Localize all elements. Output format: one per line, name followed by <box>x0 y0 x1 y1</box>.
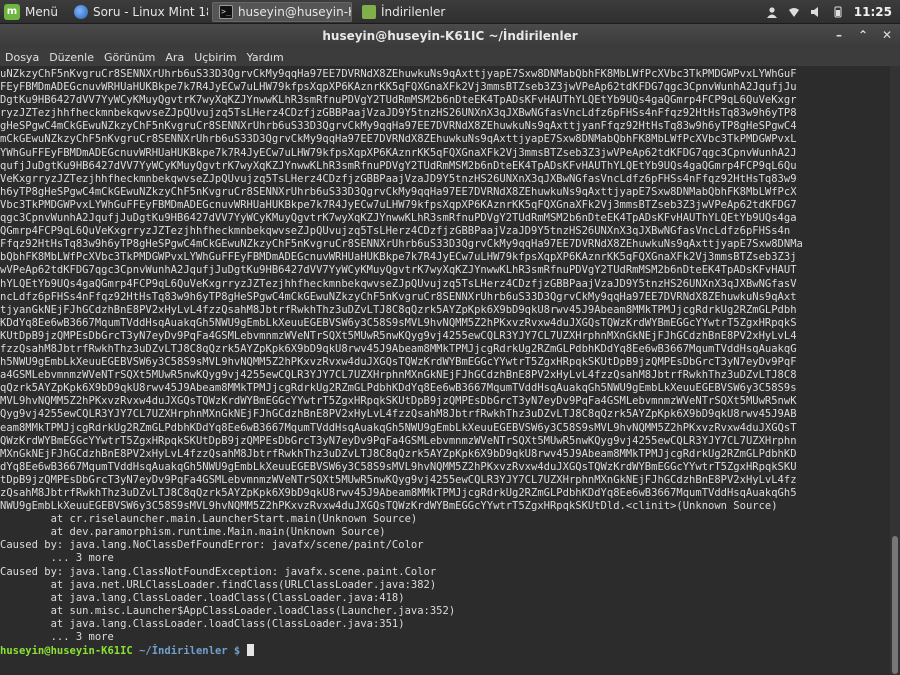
browser-icon <box>73 4 88 19</box>
terminal-line: ... 3 more <box>0 631 114 644</box>
terminal-line: at sun.misc.Launcher$AppClassLoader.load… <box>0 604 456 617</box>
terminal-line: Ffqz92HtHsTq83w9h6yTP8gHeSPgwC4mCkGEwuNZ… <box>0 238 803 251</box>
terminal-line: at java.lang.ClassLoader.loadClass(Class… <box>0 617 405 630</box>
terminal-line: mCkGEwuNZkzyChF5nKvgruCr8SENNXrUhrb6uS33… <box>0 133 797 146</box>
task-browser[interactable]: Soru - Linux Mint 18.... <box>68 2 208 22</box>
terminal-line: QGmrp4FCP9qL6QuVeKxgrryzJZTezjhhfheckmnb… <box>0 225 791 238</box>
terminal-line: at java.lang.ClassLoader.loadClass(Class… <box>0 591 405 604</box>
terminal-line: QWzKrdWYBmEGGcYYwtrT5ZgxHRpqkSKUtDpB9jzQ… <box>0 434 797 447</box>
menu-bar: Dosya Düzenle Görünüm Ara Uçbirim Yardım <box>0 48 900 66</box>
user-icon[interactable] <box>766 6 778 18</box>
terminal-line: hYLQEtYb9UQs4gaQGmrp4FCP9qL6QuVeKxgrryzJ… <box>0 277 797 290</box>
terminal-line: Caused by: java.lang.ClassNotFoundExcept… <box>0 565 437 578</box>
close-icon[interactable]: ✕ <box>880 28 894 42</box>
folder-icon <box>361 4 376 19</box>
terminal-line: a4GSMLebvmnmzWVeNTrSQXt5MUwR5nwKQyg9vj42… <box>0 369 797 382</box>
terminal-line: at java.net.URLClassLoader.findClass(URL… <box>0 578 437 591</box>
task-terminal[interactable]: >_ huseyin@huseyin-K6... <box>211 1 352 22</box>
scrollbar-thumb[interactable] <box>892 536 898 674</box>
terminal-scrollbar[interactable] <box>890 66 900 675</box>
terminal-icon: >_ <box>218 4 233 19</box>
window-title: huseyin@huseyin-K61IC ~/İndirilenler <box>322 29 578 43</box>
terminal-line: Vbc3TkPMDGWPvxLYWhGuFFEyFBMDmADEGcnuvWRH… <box>0 198 797 211</box>
window-titlebar[interactable]: huseyin@huseyin-K61IC ~/İndirilenler – ⌃… <box>0 24 900 48</box>
maximize-icon[interactable]: ⌃ <box>856 28 870 42</box>
task-label: İndirilenler <box>380 4 446 19</box>
wifi-icon[interactable] <box>788 6 800 18</box>
menu-label: Menü <box>25 4 58 19</box>
text-cursor <box>246 644 254 657</box>
terminal-line: NWU9gEmbLkXeuuEGEBVSW6y3C58S9sMVL9hvNQMM… <box>0 500 778 513</box>
terminal-line: tDpB9jzQMPEsDbGrcT3yN7eyDv9PqFa4GSMLebvm… <box>0 473 797 486</box>
terminal-line: gHeSPgwC4mCkGEwuNZkzyChF5nKvgruCr8SENNXr… <box>0 120 797 133</box>
terminal-line: at cr.riselauncher.main.LauncherStart.ma… <box>0 513 418 526</box>
system-tray: 11:25 <box>766 5 900 19</box>
terminal-line: tjyanGkNEjFJhGCdzhBnE8PV2xHyLvL4fzzQsahM… <box>0 303 797 316</box>
terminal-line: MVL9hvNQMM5Z2hPKxvzRvxw4duJXGQsTQWzKrdWY… <box>0 395 797 408</box>
terminal-line: zQsahM8JbtrfRwkhThz3uDZvLTJ8C8qQzrk5AYZp… <box>0 487 797 499</box>
task-label: Soru - Linux Mint 18.... <box>92 4 208 19</box>
terminal-line: dYq8Ee6wB3667MqumTVddHsqAuakqGh5NWU9gEmb… <box>0 460 797 473</box>
task-folder[interactable]: İndirilenler <box>356 2 496 22</box>
terminal-line: qgc3CpnvWunhA2JqufjJuDgtKu9HB6427dVV7YyW… <box>0 212 797 225</box>
mint-logo-icon: m <box>4 3 20 20</box>
terminal-line: Caused by: java.lang.NoClassDefFoundErro… <box>0 539 424 552</box>
window-controls: – ⌃ ✕ <box>832 28 894 42</box>
prompt-line: huseyin@huseyin-K61IC ~/İndirilenler $ <box>0 644 890 657</box>
terminal-line: DgtKu9HB6427dVV7YyWCyKMuyQgvtrK7wyXqKZJY… <box>0 94 797 107</box>
battery-icon[interactable] <box>832 6 844 18</box>
terminal-line: uNZkzyChF5nKvgruCr8SENNXrUhrb6uS33D3Qgrv… <box>0 68 797 80</box>
terminal-line: KUtDpB9jzQMPEsDbGrcT3yN7eyDv9PqFa4GSMLeb… <box>0 329 797 342</box>
menu-yardim[interactable]: Yardım <box>247 51 284 64</box>
top-panel: m Menü Soru - Linux Mint 18.... >_ husey… <box>0 0 900 24</box>
menu-button[interactable]: m Menü <box>0 0 64 24</box>
menu-duzenle[interactable]: Düzenle <box>49 51 94 64</box>
terminal-line: YWhGuFFEyFBMDmADEGcnuvWRHUaHUKBkpe7k7R4J… <box>0 146 797 159</box>
terminal-line: ... 3 more <box>0 552 114 565</box>
terminal-line: ryzJZTezjhhfheckmnbekqwvseZJpQUvujzq5TsL… <box>0 107 797 120</box>
terminal-line: qufjJuDgtKu9HB6427dVV7YyWCyKMuyQgvtrK7wy… <box>0 159 797 172</box>
terminal-line: fzzQsahM8JbtrfRwkhThz3uDZvLTJ8C8qQzrk5AY… <box>0 342 797 355</box>
terminal-line: h5NWU9gEmbLkXeuuEGEBVSW6y3C58S9sMVL9hvNQ… <box>0 356 797 369</box>
terminal-line: Qyg9vj4255ewCQLR3YJY7CL7UZXHrphnMXnGkNEj… <box>0 408 797 421</box>
prompt-user-host: huseyin@huseyin-K61IC <box>0 645 133 658</box>
terminal-line: eam8MMkTPMJjcgRdrkUg2RZmGLPdbhKDdYq8Ee6w… <box>0 421 797 434</box>
menu-ucbirim[interactable]: Uçbirim <box>194 51 236 64</box>
terminal-line: wVPeAp62tdKFDG7qgc3CpnvWunhA2JqufjJuDgtK… <box>0 264 797 277</box>
terminal-line: KDdYq8Ee6wB3667MqumTVddHsqAuakqGh5NWU9gE… <box>0 316 797 329</box>
terminal-line: FEyFBMDmADEGcnuvWRHUaHUKBkpe7k7R4JyECw7u… <box>0 81 797 94</box>
clock[interactable]: 11:25 <box>854 5 892 19</box>
terminal-line: qQzrk5AYZpKpk6X9bD9qkU8rwv45J9Abeam8MMkT… <box>0 382 797 395</box>
menu-ara[interactable]: Ara <box>165 51 184 64</box>
terminal-line: VeKxgrryzJZTezjhhfheckmnbekqwvseZJpQUvuj… <box>0 172 797 185</box>
volume-icon[interactable] <box>810 6 822 18</box>
menu-gorunum[interactable]: Görünüm <box>104 51 155 64</box>
terminal-line: bQbhFK8MbLWfPcXVbc3TkPMDGWPvxLYWhGuFFEyF… <box>0 251 797 264</box>
task-label: huseyin@huseyin-K6... <box>237 4 351 19</box>
terminal-line: ncLdfz6pFHSs4nFfqz92HtHsTq83w9h6yTP8gHeS… <box>0 290 797 303</box>
terminal-output[interactable]: uNZkzyChF5nKvgruCr8SENNXrUhrb6uS33D3Qgrv… <box>0 66 890 675</box>
menu-dosya[interactable]: Dosya <box>5 51 39 64</box>
prompt-path: ~/İndirilenler $ <box>132 645 247 658</box>
minimize-icon[interactable]: – <box>832 28 846 42</box>
terminal-line: h6yTP8gHeSPgwC4mCkGEwuNZkzyChF5nKvgruCr8… <box>0 185 797 198</box>
terminal-line: at dev.paramorphism.runtime.Main.main(Un… <box>0 526 386 539</box>
terminal-line: MXnGkNEjFJhGCdzhBnE8PV2xHyLvL4fzzQsahM8J… <box>0 447 797 460</box>
